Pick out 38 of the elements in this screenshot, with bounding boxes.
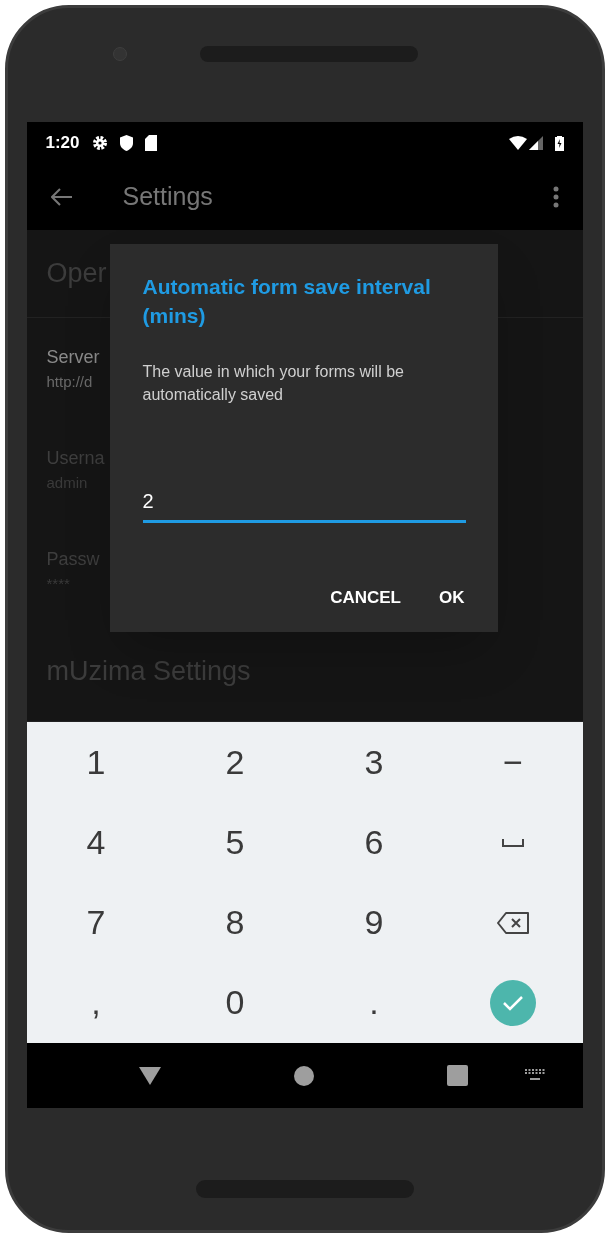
space-icon: [502, 838, 524, 847]
keyboard-key[interactable]: 2: [165, 722, 305, 803]
keyboard-key[interactable]: 0: [165, 962, 305, 1043]
keyboard-key[interactable]: 1: [26, 722, 166, 803]
input-field[interactable]: 2: [142, 486, 466, 523]
keyboard-key[interactable]: 4: [26, 802, 166, 883]
keyboard-key[interactable]: 3: [304, 722, 444, 803]
dialog-message: The value in which your forms will be automatically saved: [142, 362, 405, 405]
shield-icon: [119, 134, 133, 151]
battery-icon: [554, 134, 564, 151]
keyboard-key[interactable]: −: [443, 722, 583, 803]
back-arrow-icon[interactable]: [50, 187, 73, 206]
back-icon[interactable]: [138, 1066, 161, 1085]
keyboard-key[interactable]: 9: [304, 882, 444, 963]
done-key[interactable]: [490, 979, 536, 1026]
keyboard-key[interactable]: 6: [304, 802, 444, 883]
dialog-title: Automatic form save interval (mins): [142, 274, 432, 329]
keyboard-key[interactable]: 8: [165, 882, 305, 963]
more-options-icon[interactable]: [552, 185, 559, 208]
preference-summary: ****: [46, 573, 70, 594]
keyboard-icon[interactable]: [523, 1068, 546, 1083]
dialog-button[interactable]: OK: [427, 579, 477, 617]
keyboard-key[interactable]: 5: [165, 802, 305, 883]
keyboard-key[interactable]: ,: [26, 962, 166, 1043]
home-icon[interactable]: [293, 1065, 314, 1086]
keyboard-key[interactable]: .: [304, 962, 444, 1043]
dialog-button[interactable]: CANCEL: [318, 579, 413, 617]
sd-card-icon: [144, 134, 157, 151]
check-icon: [502, 994, 524, 1011]
toolbar-title: Settings: [122, 180, 213, 212]
gear-icon: [91, 134, 108, 151]
recents-icon[interactable]: [446, 1065, 468, 1086]
backspace-icon: [496, 910, 530, 935]
keyboard-key[interactable]: 7: [26, 882, 166, 963]
preference-summary: http://d: [46, 371, 93, 392]
status-time: 1:20: [45, 131, 80, 154]
signal-icon: [528, 135, 543, 150]
preference-title[interactable]: Server: [46, 343, 100, 371]
